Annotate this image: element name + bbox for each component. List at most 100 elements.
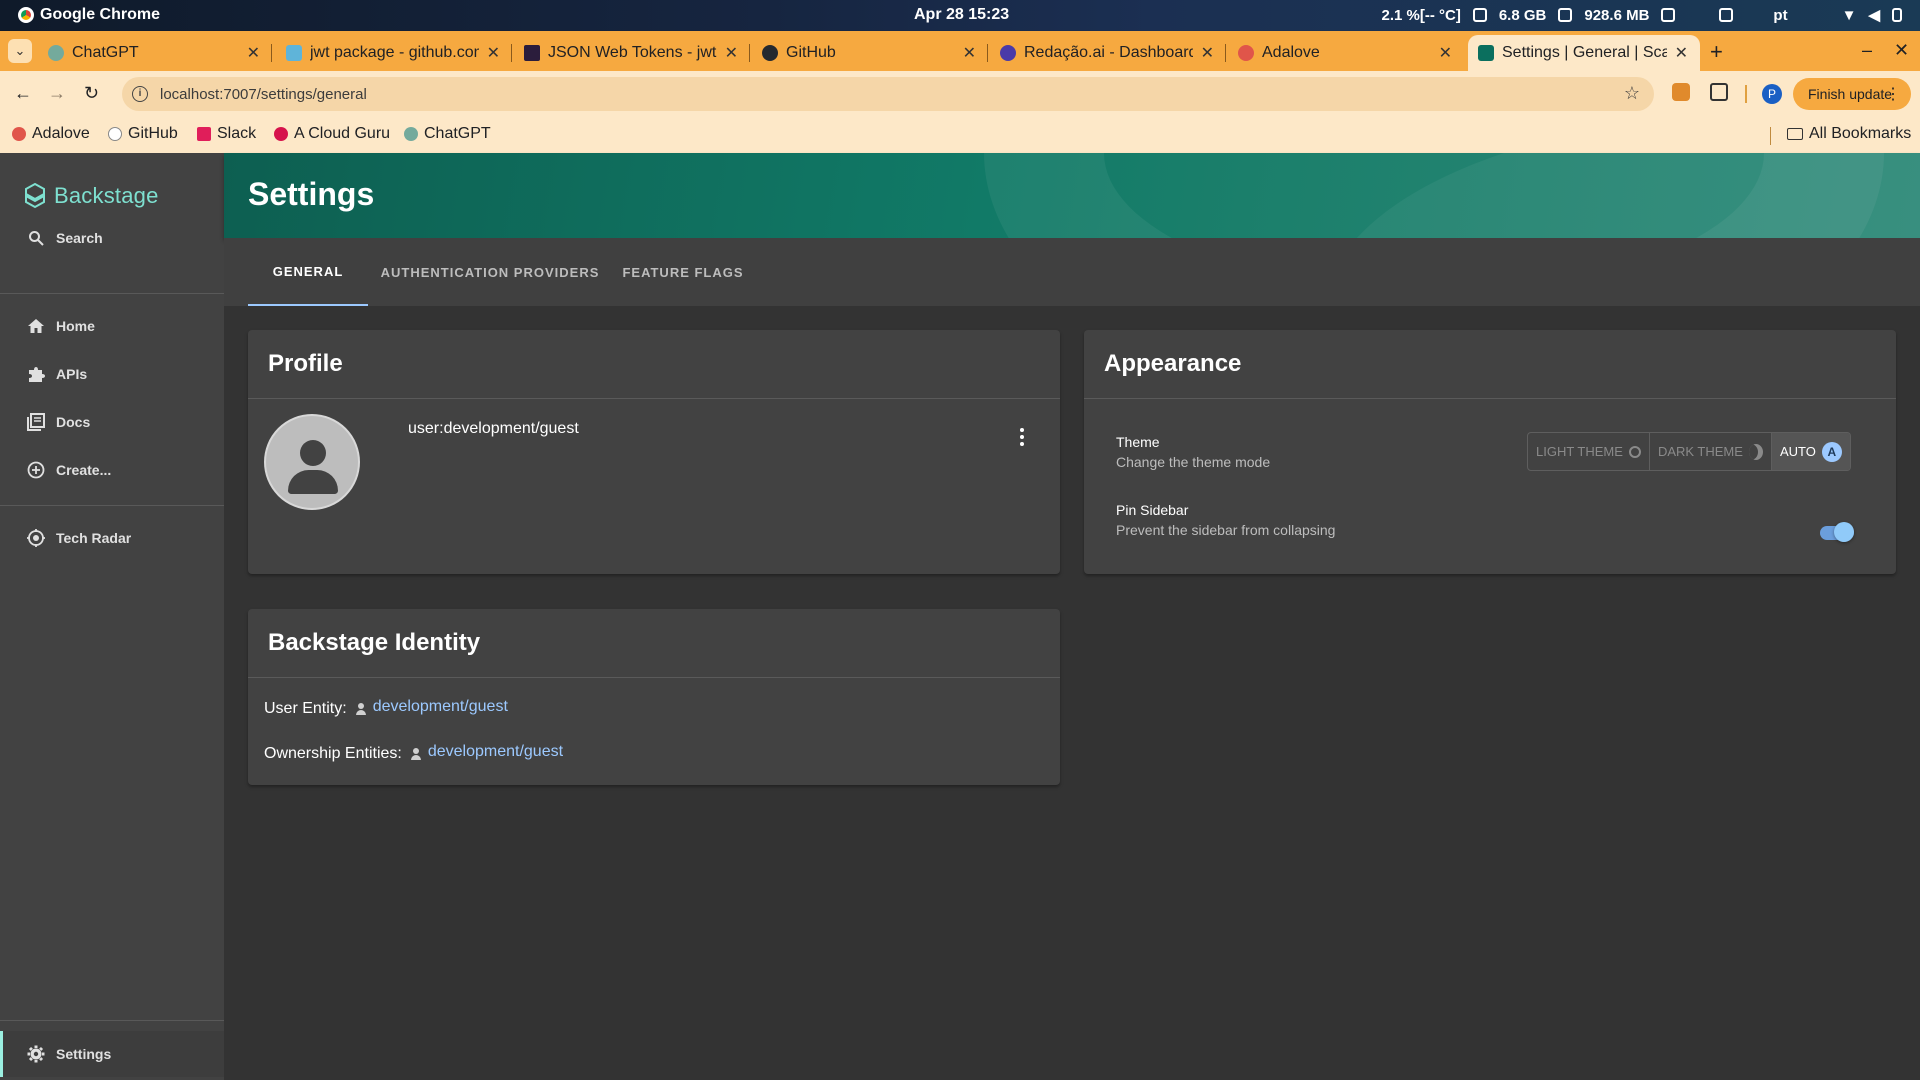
finish-update-label: Finish update [1808, 86, 1893, 102]
swap-readout: 928.6 MB [1584, 6, 1650, 24]
reload-icon[interactable]: ↻ [84, 83, 99, 104]
new-tab-plus-icon[interactable]: + [1710, 39, 1723, 65]
volume-icon: ◀ [1868, 7, 1880, 24]
ownership-entity-link[interactable]: development/guest [428, 743, 563, 761]
close-window-icon[interactable]: ✕ [1894, 40, 1909, 61]
profile-user-ref: user:development/guest [408, 420, 579, 437]
gopher-favicon-icon [286, 45, 302, 61]
adalove-bookmark-icon [12, 127, 26, 141]
backstage-logo[interactable]: Backstage [24, 183, 159, 209]
browser-tab-adalove[interactable]: Adalove ✕ [1228, 35, 1464, 71]
profile-card: Profile user:development/guest [248, 330, 1060, 574]
moon-icon [1748, 443, 1763, 460]
forward-arrow-icon[interactable]: → [48, 83, 66, 104]
os-status-area[interactable]: 2.1 %[-- °C] 6.8 GB 928.6 MB pt ▼ ◀ [1381, 6, 1902, 24]
pin-sidebar-title: Pin Sidebar [1116, 502, 1189, 518]
browser-tab-title: Redação.ai - Dashboard [1024, 44, 1193, 61]
os-app-menu[interactable]: Google Chrome [18, 6, 160, 24]
search-icon [26, 228, 46, 248]
all-bookmarks[interactable]: All Bookmarks [1787, 125, 1911, 143]
address-bar[interactable]: i localhost:7007/settings/general ☆ [122, 77, 1654, 111]
tab-feature-flags[interactable]: FEATURE FLAGS [612, 238, 754, 306]
browser-tab-github[interactable]: GitHub ✕ [752, 35, 988, 71]
close-icon[interactable]: ✕ [1201, 43, 1214, 63]
cpu-readout: 2.1 %[-- °C] [1381, 6, 1461, 24]
auto-theme-button[interactable]: AUTO A [1771, 433, 1850, 470]
appearance-card: Appearance Theme Change the theme mode L… [1084, 330, 1896, 574]
wifi-icon: ▼ [1841, 6, 1857, 24]
metamask-extension-icon[interactable] [1672, 83, 1690, 101]
close-icon[interactable]: ✕ [1439, 43, 1452, 63]
browser-tab-redacao[interactable]: Redação.ai - Dashboard ✕ [990, 35, 1226, 71]
browser-tab-chatgpt[interactable]: ChatGPT ✕ [38, 35, 272, 71]
tab-general[interactable]: GENERAL [248, 238, 368, 306]
battery-icon [1892, 8, 1902, 22]
memory-readout: 6.8 GB [1498, 6, 1547, 24]
chatgpt-bookmark-icon [404, 127, 418, 141]
bookmark-slack[interactable]: Slack [197, 125, 256, 143]
sidebar-item-docs[interactable]: Docs [0, 399, 224, 445]
tab-search-icon[interactable]: ⌄ [8, 39, 32, 63]
card-divider [248, 398, 1060, 399]
os-clock[interactable]: Apr 28 15:23 [914, 6, 1009, 24]
bookmark-label: Slack [217, 125, 257, 142]
sidebar-item-home[interactable]: Home [0, 303, 224, 349]
theme-setting-desc: Change the theme mode [1116, 454, 1271, 470]
sidebar: Backstage Search Home APIs Docs Create..… [0, 153, 224, 1080]
bookmark-star-icon[interactable]: ☆ [1624, 83, 1640, 104]
close-icon[interactable]: ✕ [487, 43, 500, 63]
redacao-favicon-icon [1000, 45, 1016, 61]
browser-tab-jwt-package[interactable]: jwt package - github.com ✕ [276, 35, 512, 71]
bookmark-a-cloud-guru[interactable]: A Cloud Guru [274, 125, 390, 143]
sidebar-search-label: Search [56, 230, 103, 246]
light-theme-button[interactable]: LIGHT THEME [1528, 433, 1650, 470]
switch-thumb [1834, 522, 1854, 542]
slack-bookmark-icon [197, 127, 211, 141]
bookmark-chatgpt[interactable]: ChatGPT [404, 125, 491, 143]
bookmark-adalove[interactable]: Adalove [12, 125, 90, 143]
close-icon[interactable]: ✕ [725, 43, 738, 63]
extensions-puzzle-icon[interactable] [1710, 83, 1728, 101]
profile-avatar[interactable]: P [1762, 84, 1782, 104]
browser-tab-title: jwt package - github.com [310, 44, 479, 61]
page-header: Settings [224, 153, 1920, 238]
sidebar-item-settings[interactable]: Settings [0, 1031, 224, 1077]
chatgpt-favicon-icon [48, 45, 64, 61]
close-icon[interactable]: ✕ [1675, 43, 1688, 63]
bookmark-label: ChatGPT [424, 125, 491, 142]
back-arrow-icon[interactable]: ← [14, 83, 32, 104]
theme-toggle-group: LIGHT THEME DARK THEME AUTO A [1527, 432, 1851, 471]
browser-tab-jwt-io[interactable]: JSON Web Tokens - jwt.io ✕ [514, 35, 750, 71]
user-entity-link[interactable]: development/guest [373, 698, 508, 716]
backstage-favicon-icon [1478, 45, 1494, 61]
bookmark-github[interactable]: GitHub [108, 125, 178, 143]
finish-update-button[interactable]: Finish update ⋮ [1793, 78, 1911, 110]
sidebar-item-apis[interactable]: APIs [0, 351, 224, 397]
minimize-icon[interactable]: – [1862, 40, 1872, 61]
avatar [264, 414, 360, 510]
browser-toolbar: ← → ↻ i localhost:7007/settings/general … [0, 71, 1920, 117]
settings-tabs: GENERAL AUTHENTICATION PROVIDERS FEATURE… [224, 238, 1920, 306]
close-icon[interactable]: ✕ [963, 43, 976, 63]
pin-sidebar-switch[interactable] [1818, 520, 1856, 544]
theme-setting-title: Theme [1116, 434, 1160, 450]
close-icon[interactable]: ✕ [247, 43, 260, 63]
sidebar-divider [0, 293, 224, 294]
sidebar-item-label: APIs [56, 366, 88, 382]
bookmark-label: GitHub [128, 125, 178, 142]
sidebar-search[interactable]: Search [0, 215, 224, 261]
browser-tab-backstage-settings[interactable]: Settings | General | Scaffolded Backstag… [1468, 35, 1700, 71]
os-top-bar: Google Chrome Apr 28 15:23 2.1 %[-- °C] … [0, 0, 1920, 31]
bookmark-label: A Cloud Guru [294, 125, 391, 142]
tab-authentication-providers[interactable]: AUTHENTICATION PROVIDERS [368, 238, 612, 306]
sidebar-item-label: Tech Radar [56, 530, 132, 546]
more-vert-icon[interactable] [1020, 428, 1024, 446]
dark-theme-button[interactable]: DARK THEME [1650, 433, 1772, 470]
person-icon [355, 703, 367, 715]
sidebar-item-create[interactable]: Create... [0, 447, 224, 493]
address-bar-url[interactable]: localhost:7007/settings/general [160, 86, 367, 103]
user-entity-row: User Entity: development/guest [264, 698, 508, 718]
pin-sidebar-setting: Pin Sidebar Prevent the sidebar from col… [1116, 502, 1335, 538]
sidebar-item-tech-radar[interactable]: Tech Radar [0, 515, 224, 561]
site-info-icon[interactable]: i [132, 86, 148, 102]
